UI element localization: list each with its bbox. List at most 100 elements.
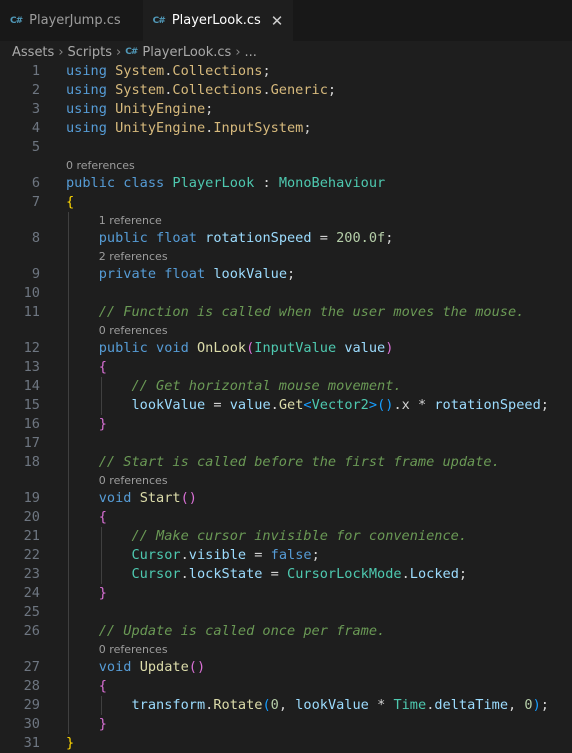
code-text[interactable]: Cursor.visible = false;: [66, 546, 319, 565]
codelens-label[interactable]: 0 references: [99, 472, 168, 489]
breadcrumb-item-file[interactable]: PlayerLook.cs: [142, 45, 231, 60]
code-line[interactable]: 8 public float rotationSpeed = 200.0f;: [0, 229, 572, 248]
code-line[interactable]: 31}: [0, 734, 572, 753]
line-number: 21: [23, 528, 40, 544]
code-line[interactable]: 29 transform.Rotate(0, lookValue * Time.…: [0, 696, 572, 715]
code-text[interactable]: using UnityEngine;: [66, 100, 213, 119]
code-line[interactable]: 20 {: [0, 508, 572, 527]
code-text[interactable]: }: [66, 584, 107, 603]
csharp-file-icon: C#: [125, 47, 138, 57]
code-text[interactable]: // Get horizontal mouse movement.: [66, 377, 401, 396]
tab-label: PlayerJump.cs: [29, 13, 121, 28]
code-text[interactable]: void Update(): [66, 658, 205, 677]
line-number: 25: [23, 604, 40, 620]
line-number: 5: [31, 139, 40, 155]
code-line[interactable]: 26 // Update is called once per frame.: [0, 622, 572, 641]
csharp-file-icon: C#: [10, 15, 23, 26]
line-number: 22: [23, 547, 40, 563]
code-line[interactable]: 4 using UnityEngine.InputSystem;: [0, 119, 572, 138]
code-editor[interactable]: 1 using System.Collections; 2 using System.…: [0, 62, 572, 753]
code-line[interactable]: 9 private float lookValue;: [0, 265, 572, 284]
line-number: 11: [23, 304, 40, 320]
code-line[interactable]: 23 Cursor.lockState = CursorLockMode.Loc…: [0, 565, 572, 584]
code-text[interactable]: void Start(): [66, 489, 197, 508]
codelens-label[interactable]: 0 references: [66, 157, 135, 174]
code-text[interactable]: // Start is called before the first fram…: [66, 453, 500, 472]
code-text[interactable]: // Function is called when the user move…: [66, 303, 525, 322]
code-text[interactable]: using System.Collections;: [66, 62, 271, 81]
codelens-label[interactable]: 0 references: [99, 322, 168, 339]
code-text[interactable]: {: [66, 677, 107, 696]
code-line[interactable]: 13 {: [0, 358, 572, 377]
code-text[interactable]: }: [66, 734, 74, 753]
code-line[interactable]: 10: [0, 284, 572, 303]
code-line[interactable]: 5: [0, 138, 572, 157]
code-line[interactable]: 12 public void OnLook(InputValue value): [0, 339, 572, 358]
indent-guide: [68, 603, 69, 622]
breadcrumb-item-scripts[interactable]: Scripts: [68, 45, 112, 60]
codelens-references[interactable]: 0 references: [0, 157, 572, 174]
breadcrumb-item-assets[interactable]: Assets: [12, 45, 54, 60]
code-line[interactable]: 16 }: [0, 415, 572, 434]
code-line[interactable]: 6 public class PlayerLook : MonoBehaviour: [0, 174, 572, 193]
code-text[interactable]: using UnityEngine.InputSystem;: [66, 119, 312, 138]
tab-label: PlayerLook.cs: [171, 13, 261, 28]
codelens-references[interactable]: 2 references: [0, 248, 572, 265]
codelens-references[interactable]: 1 reference: [0, 212, 572, 229]
code-text[interactable]: }: [66, 415, 107, 434]
line-number: 19: [23, 490, 40, 506]
code-text[interactable]: }: [66, 715, 107, 734]
code-line[interactable]: 11 // Function is called when the user m…: [0, 303, 572, 322]
code-text[interactable]: transform.Rotate(0, lookValue * Time.del…: [66, 696, 549, 715]
chevron-right-icon: ›: [116, 44, 122, 60]
codelens-label[interactable]: 2 references: [99, 248, 168, 265]
code-line[interactable]: 25: [0, 603, 572, 622]
code-line[interactable]: 17: [0, 434, 572, 453]
tab-playerjump[interactable]: C# PlayerJump.cs: [0, 0, 131, 41]
code-line[interactable]: 14 // Get horizontal mouse movement.: [0, 377, 572, 396]
code-text[interactable]: {: [66, 193, 74, 212]
csharp-file-icon: C#: [152, 15, 166, 26]
code-text[interactable]: {: [66, 508, 107, 527]
code-line[interactable]: 18 // Start is called before the first f…: [0, 453, 572, 472]
codelens-references[interactable]: 0 references: [0, 322, 572, 339]
code-line[interactable]: 24 }: [0, 584, 572, 603]
code-line[interactable]: 22 Cursor.visible = false;: [0, 546, 572, 565]
code-text[interactable]: private float lookValue;: [66, 265, 295, 284]
tab-playerlook[interactable]: C# PlayerLook.cs ✕: [142, 0, 294, 41]
code-line[interactable]: 27 void Update(): [0, 658, 572, 677]
code-text[interactable]: // Make cursor invisible for convenience…: [66, 527, 467, 546]
breadcrumb-item-more[interactable]: ...: [245, 45, 257, 60]
code-line[interactable]: 7{: [0, 193, 572, 212]
line-number: 10: [23, 285, 40, 301]
codelens-label[interactable]: 0 references: [99, 641, 168, 658]
code-text[interactable]: public class PlayerLook : MonoBehaviour: [66, 174, 385, 193]
line-number: 9: [31, 266, 40, 282]
code-text[interactable]: lookValue = value.Get<Vector2>().x * rot…: [66, 396, 548, 415]
indent-guide: [68, 212, 69, 229]
code-text[interactable]: // Update is called once per frame.: [66, 622, 385, 641]
editor-tab-bar: C# PlayerJump.cs C# PlayerLook.cs ✕: [0, 0, 572, 41]
codelens-references[interactable]: 0 references: [0, 641, 572, 658]
code-line[interactable]: 15 lookValue = value.Get<Vector2>().x * …: [0, 396, 572, 415]
code-line[interactable]: 19 void Start(): [0, 489, 572, 508]
line-number: 17: [23, 435, 40, 451]
codelens-references[interactable]: 0 references: [0, 472, 572, 489]
code-text[interactable]: public void OnLook(InputValue value): [66, 339, 394, 358]
codelens-label[interactable]: 1 reference: [99, 212, 162, 229]
code-text[interactable]: {: [66, 358, 107, 377]
code-line[interactable]: 2 using System.Collections.Generic;: [0, 81, 572, 100]
line-number: 24: [23, 585, 40, 601]
code-line[interactable]: 28 {: [0, 677, 572, 696]
code-line[interactable]: 3 using UnityEngine;: [0, 100, 572, 119]
code-line[interactable]: 1 using System.Collections;: [0, 62, 572, 81]
line-number: 8: [31, 230, 40, 246]
code-text[interactable]: public float rotationSpeed = 200.0f;: [66, 229, 394, 248]
code-text[interactable]: using System.Collections.Generic;: [66, 81, 336, 100]
code-text[interactable]: Cursor.lockState = CursorLockMode.Locked…: [66, 565, 467, 584]
line-number: 20: [23, 509, 40, 525]
close-icon[interactable]: ✕: [271, 12, 284, 30]
code-line[interactable]: 21 // Make cursor invisible for convenie…: [0, 527, 572, 546]
code-line[interactable]: 30 }: [0, 715, 572, 734]
line-number: 30: [23, 716, 40, 732]
